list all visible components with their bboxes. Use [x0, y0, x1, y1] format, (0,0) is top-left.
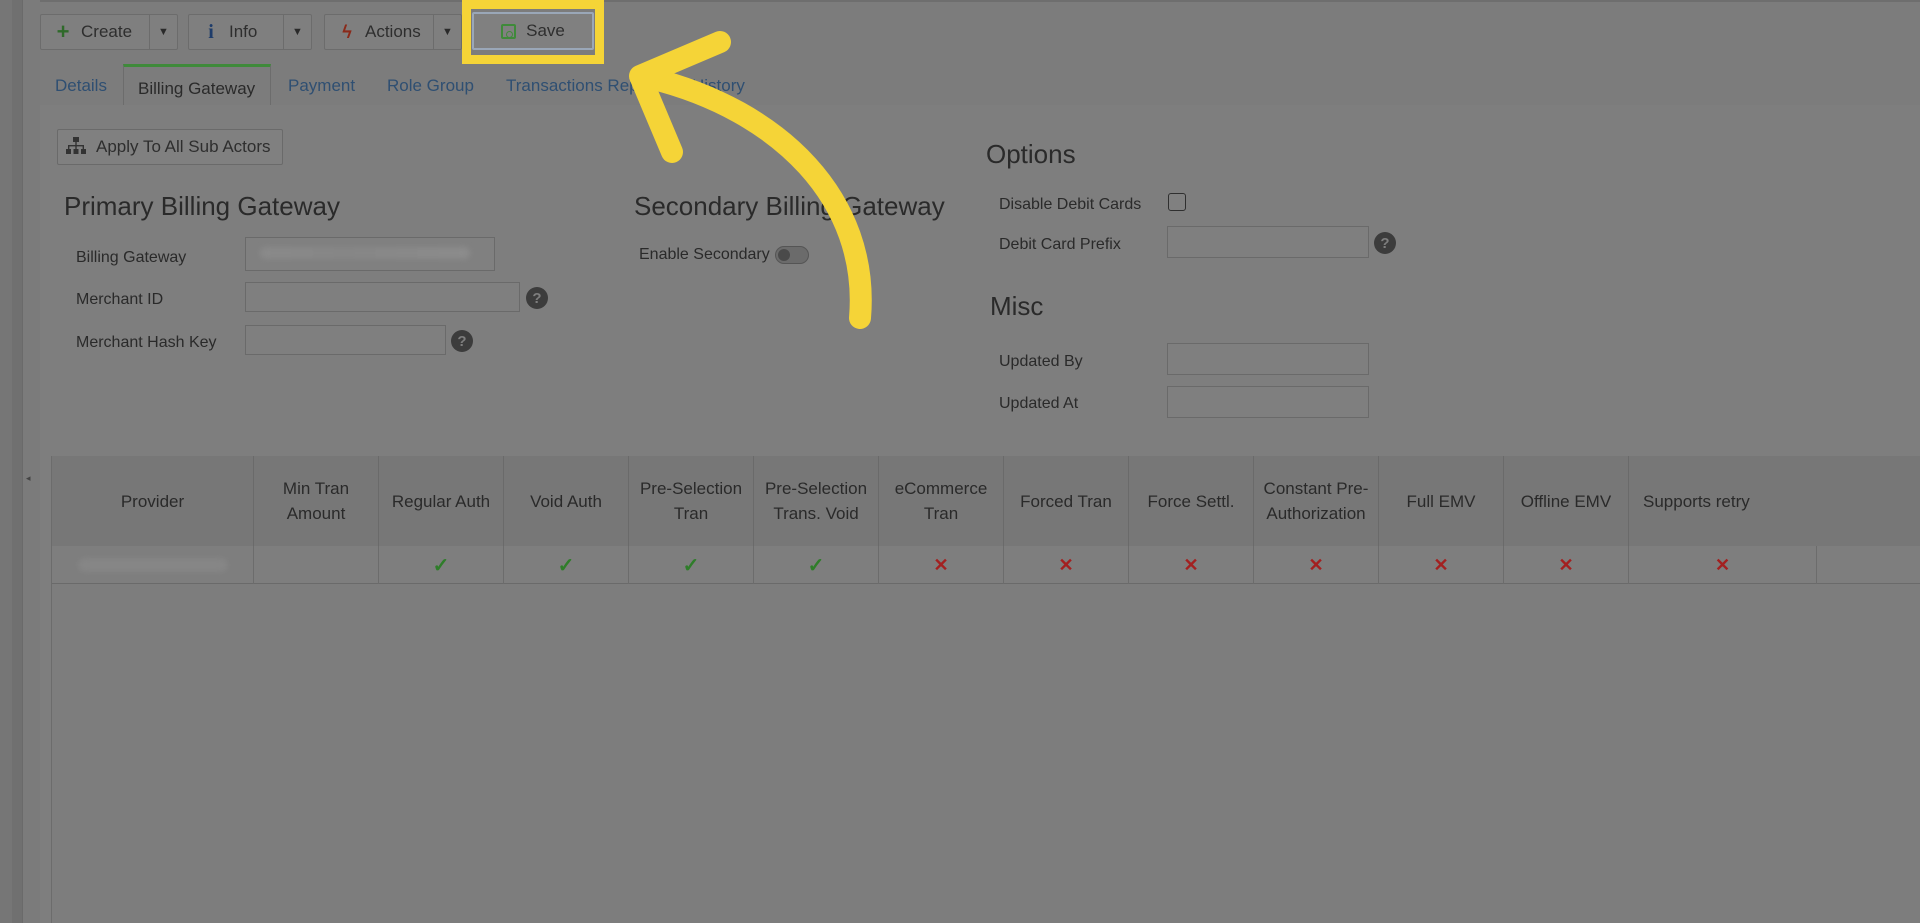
info-label: Info — [229, 22, 258, 41]
table-row[interactable]: ✓ ✓ ✓ ✓ ✕ ✕ ✕ ✕ ✕ ✕ ✕ — [52, 546, 1920, 584]
check-icon: ✓ — [504, 546, 629, 584]
merchant-id-input[interactable] — [245, 282, 520, 312]
save-icon — [501, 23, 517, 39]
collapse-arrow-icon[interactable]: ◂ — [26, 473, 31, 484]
column-header[interactable]: Supports retry — [1629, 456, 1817, 546]
save-button[interactable]: Save — [472, 12, 594, 50]
provider-cell — [52, 546, 254, 584]
check-icon: ✓ — [629, 546, 754, 584]
create-label: Create — [81, 22, 133, 41]
column-header[interactable]: Regular Auth — [379, 456, 504, 546]
tab-details[interactable]: Details — [55, 64, 107, 106]
apply-label: Apply To All Sub Actors — [96, 137, 271, 156]
check-icon: ✓ — [754, 546, 879, 584]
primary-title: Primary Billing Gateway — [64, 191, 340, 221]
cross-icon: ✕ — [1254, 546, 1379, 584]
check-icon: ✓ — [379, 546, 504, 584]
column-header[interactable]: Min Tran Amount — [254, 456, 379, 546]
chevron-down-icon[interactable]: ▼ — [149, 15, 177, 49]
tab-transactions-report[interactable]: Transactions Rep — [506, 64, 639, 106]
hierarchy-icon — [66, 136, 86, 158]
billing-gateway-select[interactable] — [245, 237, 495, 271]
info-icon: i — [208, 20, 214, 43]
debit-prefix-input[interactable] — [1167, 226, 1369, 258]
cross-icon: ✕ — [1129, 546, 1254, 584]
misc-title: Misc — [990, 291, 1044, 321]
blurred-value — [77, 558, 228, 572]
help-icon[interactable]: ? — [526, 287, 548, 309]
cross-icon: ✕ — [879, 546, 1004, 584]
actions-label: Actions — [365, 22, 421, 41]
chevron-down-icon[interactable]: ▼ — [433, 15, 461, 49]
column-header[interactable]: Constant Pre-Authorization — [1254, 456, 1379, 546]
enable-secondary-label: Enable Secondary — [639, 246, 770, 263]
help-icon[interactable]: ? — [1374, 232, 1396, 254]
column-header[interactable]: Pre-Selection Tran — [629, 456, 754, 546]
apply-to-all-button[interactable]: Apply To All Sub Actors — [57, 129, 283, 165]
enable-secondary-toggle[interactable] — [775, 246, 809, 264]
chevron-down-icon[interactable]: ▼ — [283, 15, 311, 49]
updated-at-label: Updated At — [999, 395, 1079, 412]
secondary-title: Secondary Billing Gateway — [634, 191, 945, 221]
column-header[interactable]: Void Auth — [504, 456, 629, 546]
lightning-icon: ϟ — [342, 21, 352, 42]
column-header[interactable]: Offline EMV — [1504, 456, 1629, 546]
tab-label: Role Group — [387, 76, 474, 95]
toggle-knob — [778, 249, 790, 261]
disable-debit-label: Disable Debit Cards — [999, 196, 1142, 213]
tab-billing-gateway[interactable]: Billing Gateway — [123, 64, 271, 106]
merchant-hash-label: Merchant Hash Key — [76, 334, 217, 351]
help-icon[interactable]: ? — [451, 330, 473, 352]
tab-label: Details — [55, 76, 107, 95]
tab-label: Transactions Rep — [506, 76, 639, 95]
tab-history[interactable]: History — [692, 64, 745, 106]
grid-header: Provider Min Tran Amount Regular Auth Vo… — [52, 456, 1920, 546]
updated-by-input — [1167, 343, 1369, 375]
disable-debit-checkbox[interactable] — [1168, 193, 1186, 211]
tab-label: Billing Gateway — [138, 79, 256, 98]
plus-icon: + — [56, 19, 70, 44]
column-header[interactable]: Full EMV — [1379, 456, 1504, 546]
info-button[interactable]: i Info ▼ — [188, 14, 312, 50]
main-content: + Create ▼ i Info ▼ ϟ Actions ▼ Save Det… — [40, 0, 1920, 923]
tab-payment[interactable]: Payment — [288, 64, 355, 106]
provider-grid: Provider Min Tran Amount Regular Auth Vo… — [51, 456, 1920, 923]
cross-icon: ✕ — [1504, 546, 1629, 584]
tab-label: Payment — [288, 76, 356, 95]
cross-icon: ✕ — [1004, 546, 1129, 584]
updated-by-label: Updated By — [999, 353, 1083, 370]
actions-button[interactable]: ϟ Actions ▼ — [324, 14, 462, 50]
column-header[interactable]: Forced Tran — [1004, 456, 1129, 546]
tab-label: History — [692, 76, 745, 95]
options-title: Options — [986, 139, 1076, 169]
column-header[interactable]: Pre-Selection Trans. Void — [754, 456, 879, 546]
blurred-value — [260, 247, 470, 259]
tab-bar: Details Billing Gateway Payment Role Gro… — [40, 64, 1920, 106]
sidebar-collapse-handle[interactable]: ◂ — [12, 0, 31, 923]
table-cell — [254, 546, 379, 584]
left-rail — [0, 0, 12, 923]
column-header[interactable]: Force Settl. — [1129, 456, 1254, 546]
cross-icon: ✕ — [1379, 546, 1504, 584]
updated-at-input — [1167, 386, 1369, 418]
billing-gateway-panel: Apply To All Sub Actors Primary Billing … — [40, 105, 1920, 923]
top-strip — [40, 0, 1920, 2]
column-header[interactable]: eCommerce Tran — [879, 456, 1004, 546]
cross-icon: ✕ — [1629, 546, 1817, 584]
billing-gateway-label: Billing Gateway — [76, 249, 187, 266]
merchant-hash-input[interactable] — [245, 325, 446, 355]
merchant-id-label: Merchant ID — [76, 291, 164, 308]
column-header[interactable]: Provider — [52, 456, 254, 546]
create-button[interactable]: + Create ▼ — [40, 14, 178, 50]
debit-prefix-label: Debit Card Prefix — [999, 236, 1121, 253]
tab-role-group[interactable]: Role Group — [387, 64, 474, 106]
save-label: Save — [526, 21, 565, 40]
